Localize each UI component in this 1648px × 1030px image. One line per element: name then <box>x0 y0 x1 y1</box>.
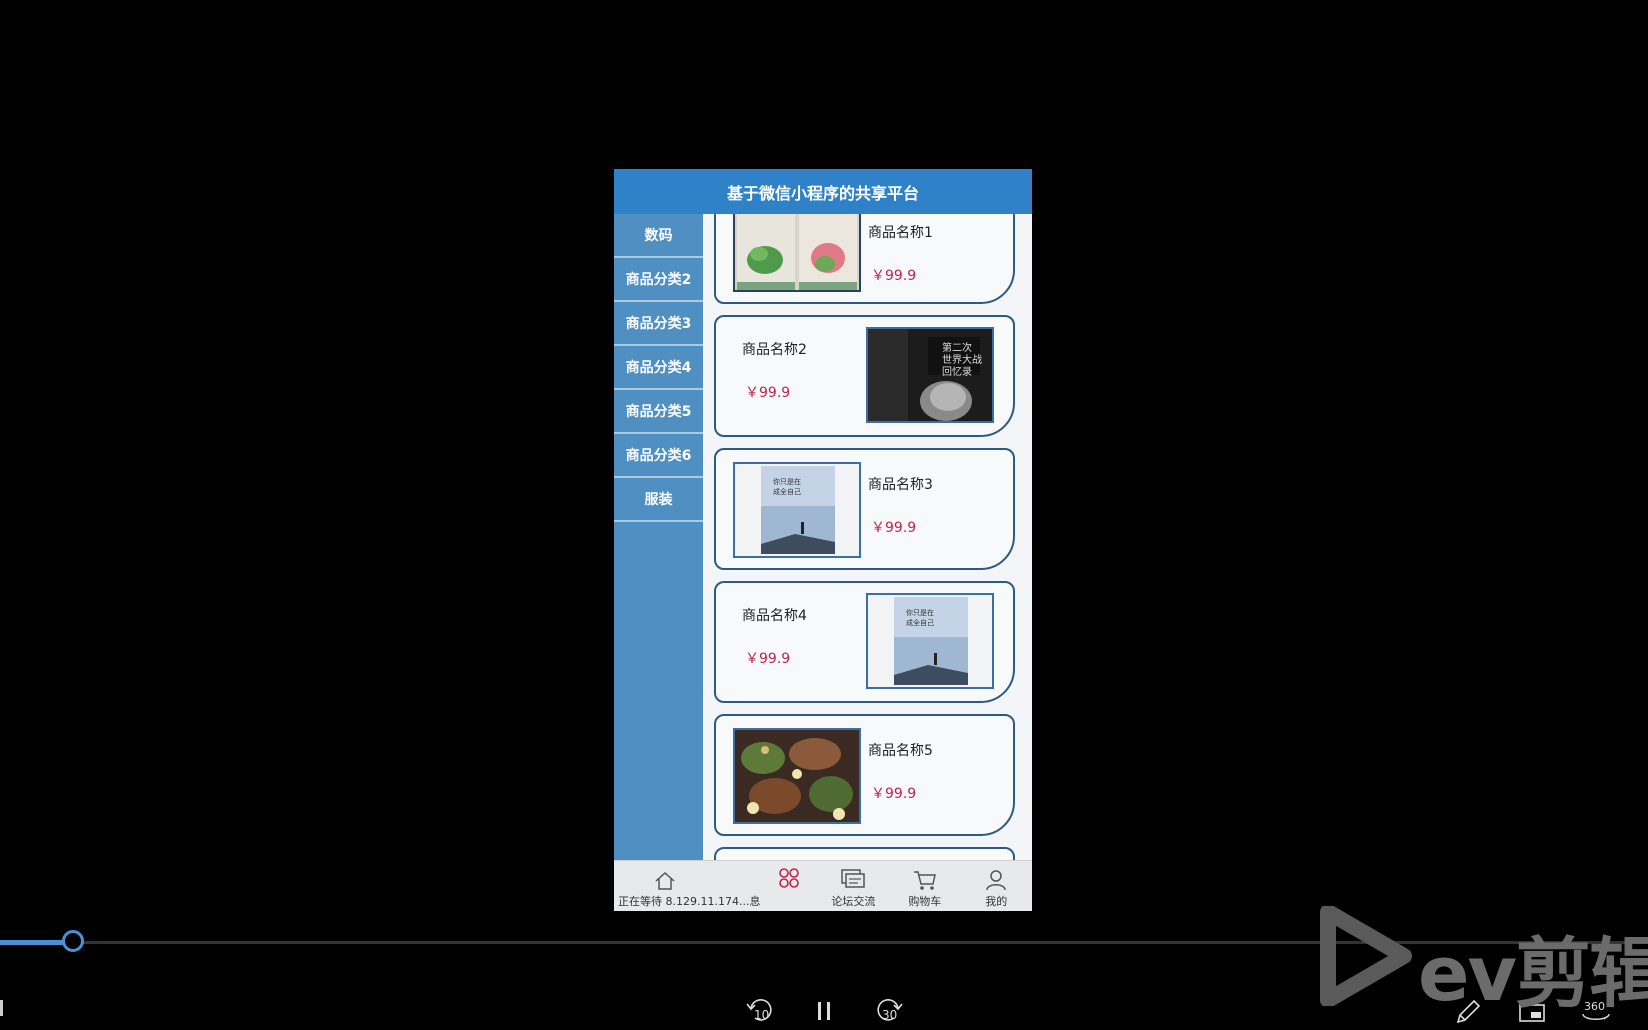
product-name: 商品名称4 <box>742 608 807 624</box>
rewind-label: 10 <box>754 1008 770 1022</box>
progress-knob[interactable] <box>61 930 84 952</box>
product-name: 商品名称5 <box>868 743 933 759</box>
bottom-tabbar: 正在等待 8.129.11.174...息 论坛交流 购物车 我的 <box>614 860 1032 911</box>
product-list: 商品名称1 ￥99.9 商品名称2 ￥99.9 第二次 世界大战 回忆录 你只是… <box>703 214 1032 860</box>
tab-category[interactable] <box>760 861 817 911</box>
cart-icon <box>913 871 936 890</box>
product-card-6[interactable] <box>714 847 1015 860</box>
product-price: ￥99.9 <box>871 786 917 802</box>
pause-icon <box>818 1002 830 1020</box>
product-name: 商品名称2 <box>742 342 807 358</box>
category-icon <box>779 868 799 888</box>
product-name: 商品名称1 <box>868 225 933 241</box>
product-price: ￥99.9 <box>871 520 917 536</box>
home-icon <box>655 871 675 890</box>
product-price: ￥99.9 <box>871 268 917 284</box>
tab-home[interactable]: 正在等待 8.129.11.174...息 <box>614 861 760 911</box>
product-card-3[interactable]: 你只是在 成全自己 商品名称3 ￥99.9 <box>714 448 1015 570</box>
svg-text:成全自己: 成全自己 <box>906 618 934 627</box>
phone-screen: 基于微信小程序的共享平台 数码 商品分类2 商品分类3 商品分类4 商品分类5 … <box>614 169 1032 911</box>
tab-forum[interactable]: 论坛交流 <box>818 861 889 911</box>
user-icon <box>986 870 1007 891</box>
category-sidebar: 数码 商品分类2 商品分类3 商品分类4 商品分类5 商品分类6 服装 <box>614 214 703 860</box>
product-price: ￥99.9 <box>745 651 791 667</box>
svg-text:世界大战: 世界大战 <box>942 353 982 366</box>
svg-text:第二次: 第二次 <box>942 341 972 354</box>
tab-label-forum: 论坛交流 <box>831 895 876 908</box>
forward-label: 30 <box>882 1008 898 1022</box>
product-image-2: 第二次 世界大战 回忆录 <box>866 327 994 423</box>
tab-mine[interactable]: 我的 <box>961 861 1032 911</box>
svg-text:你只是在: 你只是在 <box>773 477 801 486</box>
product-price: ￥99.9 <box>745 385 791 401</box>
tab-label-cart: 购物车 <box>908 895 942 908</box>
product-card-1[interactable]: 商品名称1 ￥99.9 <box>714 214 1015 304</box>
pause-button[interactable] <box>816 1000 832 1022</box>
forward-button[interactable]: 30 <box>872 996 906 1024</box>
category-item-2[interactable]: 商品分类2 <box>614 258 703 302</box>
product-image-1 <box>733 214 861 292</box>
play-logo-icon <box>1320 904 1412 1008</box>
svg-text:你只是在: 你只是在 <box>906 608 934 617</box>
app-title: 基于微信小程序的共享平台 <box>614 169 1032 214</box>
product-name: 商品名称3 <box>868 477 933 493</box>
category-item-5[interactable]: 商品分类5 <box>614 390 703 434</box>
category-item-3[interactable]: 商品分类3 <box>614 302 703 346</box>
tab-label-home: 正在等待 8.129.11.174...息 <box>618 895 761 908</box>
watermark-text: ev剪辑 <box>1418 929 1648 1018</box>
product-card-5[interactable]: 商品名称5 ￥99.9 <box>714 714 1015 836</box>
category-item-digital[interactable]: 数码 <box>614 214 703 258</box>
category-item-clothing[interactable]: 服装 <box>614 478 703 522</box>
category-item-4[interactable]: 商品分类4 <box>614 346 703 390</box>
product-image-4: 你只是在 成全自己 <box>866 593 994 689</box>
svg-text:成全自己: 成全自己 <box>773 487 801 496</box>
product-image-5 <box>733 728 861 824</box>
product-card-2[interactable]: 商品名称2 ￥99.9 第二次 世界大战 回忆录 <box>714 315 1015 437</box>
forum-icon <box>841 869 866 888</box>
rewind-button[interactable]: 10 <box>743 996 777 1024</box>
left-edge-marker <box>0 1000 3 1016</box>
product-card-4[interactable]: 商品名称4 ￥99.9 你只是在 成全自己 <box>714 581 1015 703</box>
tab-cart[interactable]: 购物车 <box>889 861 960 911</box>
tab-label-mine: 我的 <box>985 895 1008 908</box>
product-image-3: 你只是在 成全自己 <box>733 462 861 558</box>
svg-text:回忆录: 回忆录 <box>942 365 972 378</box>
category-item-6[interactable]: 商品分类6 <box>614 434 703 478</box>
